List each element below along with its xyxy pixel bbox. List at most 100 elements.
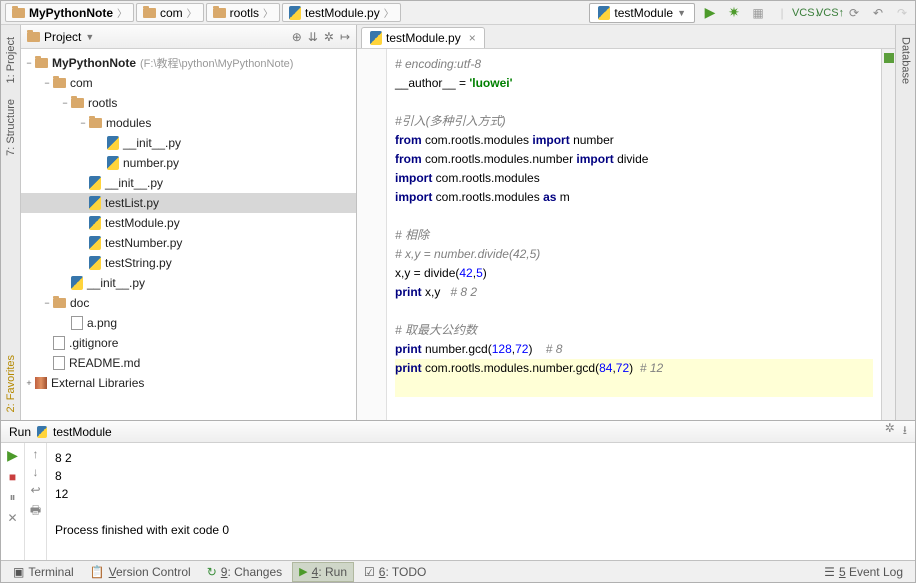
project-tool-tab[interactable]: 1: Project bbox=[3, 29, 19, 91]
stop-button[interactable]: ■ bbox=[9, 470, 16, 484]
vcs-icon: 📋 bbox=[90, 565, 105, 579]
event-log-tab[interactable]: ☰ 5 Event Log bbox=[818, 563, 909, 581]
tree-item[interactable]: testString.py bbox=[21, 253, 356, 273]
code-line[interactable]: print x,y # 8 2 bbox=[395, 283, 873, 302]
redo-button[interactable]: ↷ bbox=[893, 4, 911, 22]
tree-item[interactable]: .gitignore bbox=[21, 333, 356, 353]
tree-item[interactable]: testModule.py bbox=[21, 213, 356, 233]
code-line[interactable]: # encoding:utf-8 bbox=[395, 55, 873, 74]
debug-button[interactable]: ✷ bbox=[725, 4, 743, 22]
output-line: 8 bbox=[55, 467, 907, 485]
breadcrumb-item[interactable]: MyPythonNote〉 bbox=[5, 3, 134, 22]
todo-label: 6: TODO bbox=[379, 565, 427, 579]
code-area[interactable]: # encoding:utf-8__author__ = 'luowei' #引… bbox=[387, 49, 881, 420]
breadcrumb-item[interactable]: rootls〉 bbox=[206, 3, 280, 22]
changes-tab[interactable]: ↻ 9: Changes bbox=[201, 562, 288, 582]
code-line[interactable] bbox=[395, 378, 873, 397]
structure-tool-tab[interactable]: 7: Structure bbox=[3, 91, 19, 164]
code-line[interactable] bbox=[395, 302, 873, 321]
breadcrumb-label: com bbox=[160, 6, 183, 20]
tree-toggle[interactable]: − bbox=[59, 98, 71, 108]
collapse-all-icon[interactable]: ⇊ bbox=[308, 30, 318, 44]
vcs-update-button[interactable]: VCS↓ bbox=[797, 4, 815, 22]
up-icon[interactable]: ↑ bbox=[33, 447, 39, 461]
code-line[interactable]: print com.rootls.modules.number.gcd(84,7… bbox=[395, 359, 873, 378]
code-line[interactable] bbox=[395, 93, 873, 112]
tree-item[interactable]: __init__.py bbox=[21, 273, 356, 293]
database-tool-tab[interactable]: Database bbox=[898, 29, 914, 92]
sync-button[interactable]: ⟳ bbox=[845, 4, 863, 22]
print-icon[interactable]: 🖶 bbox=[30, 501, 41, 522]
wrap-icon[interactable]: ↩ bbox=[30, 483, 40, 497]
code-line[interactable]: # 取最大公约数 bbox=[395, 321, 873, 340]
todo-tab[interactable]: ☑ 6: TODO bbox=[358, 562, 432, 582]
editor-tab[interactable]: testModule.py × bbox=[361, 27, 485, 48]
py-icon bbox=[89, 236, 101, 250]
tree-toggle[interactable]: − bbox=[41, 298, 53, 308]
favorites-tool-tab[interactable]: 2: Favorites bbox=[3, 347, 19, 420]
py-icon bbox=[107, 156, 119, 170]
folder-icon bbox=[71, 98, 84, 108]
down-icon[interactable]: ↓ bbox=[33, 465, 39, 479]
code-line[interactable] bbox=[395, 207, 873, 226]
code-line[interactable]: print number.gcd(128,72) # 8 bbox=[395, 340, 873, 359]
chevron-down-icon[interactable]: ▼ bbox=[85, 32, 94, 42]
version-control-tab[interactable]: 📋 Version Control bbox=[84, 562, 197, 582]
close-button[interactable]: ✕ bbox=[7, 511, 17, 525]
tree-item-label: com bbox=[70, 76, 93, 90]
undo-button[interactable]: ↶ bbox=[869, 4, 887, 22]
code-line[interactable]: #引入(多种引入方式) bbox=[395, 112, 873, 131]
divider: | bbox=[773, 4, 791, 22]
tree-item[interactable]: __init__.py bbox=[21, 133, 356, 153]
tree-item[interactable]: − com bbox=[21, 73, 356, 93]
rerun-button[interactable]: ▶ bbox=[7, 447, 18, 464]
scroll-to-source-icon[interactable]: ⊕ bbox=[292, 30, 302, 44]
vcs-commit-button[interactable]: VCS↑ bbox=[821, 4, 839, 22]
tree-item[interactable]: testNumber.py bbox=[21, 233, 356, 253]
hide-icon[interactable]: ⭳ bbox=[903, 421, 907, 442]
run-tab[interactable]: ▶ 4: Run bbox=[292, 562, 354, 582]
tree-toggle[interactable]: + bbox=[23, 378, 35, 388]
tree-item[interactable]: − modules bbox=[21, 113, 356, 133]
external-libraries[interactable]: + External Libraries bbox=[21, 373, 356, 393]
tree-item[interactable]: testList.py bbox=[21, 193, 356, 213]
settings-icon[interactable]: ✲ bbox=[885, 421, 895, 442]
run-configuration-selector[interactable]: testModule ▼ bbox=[589, 3, 695, 23]
code-line[interactable]: x,y = divide(42,5) bbox=[395, 264, 873, 283]
code-line[interactable]: import com.rootls.modules as m bbox=[395, 188, 873, 207]
tree-toggle[interactable]: − bbox=[77, 118, 89, 128]
code-line[interactable]: # 相除 bbox=[395, 226, 873, 245]
tree-item[interactable]: number.py bbox=[21, 153, 356, 173]
coverage-button[interactable]: ▦ bbox=[749, 4, 767, 22]
tree-root[interactable]: − MyPythonNote (F:\教程\python\MyPythonNot… bbox=[21, 53, 356, 73]
run-button[interactable]: ▶ bbox=[701, 4, 719, 22]
code-line[interactable]: import com.rootls.modules bbox=[395, 169, 873, 188]
tree-toggle[interactable]: − bbox=[23, 58, 35, 68]
tree-item[interactable]: −rootls bbox=[21, 93, 356, 113]
run-output[interactable]: 8 2812 Process finished with exit code 0 bbox=[47, 443, 915, 560]
tree-item[interactable]: −doc bbox=[21, 293, 356, 313]
tree-item[interactable]: README.md bbox=[21, 353, 356, 373]
breadcrumb-item[interactable]: com〉 bbox=[136, 3, 204, 22]
code-line[interactable]: from com.rootls.modules import number bbox=[395, 131, 873, 150]
tree-item-label: README.md bbox=[69, 356, 140, 370]
code-line[interactable]: # x,y = number.divide(42,5) bbox=[395, 245, 873, 264]
editor-body[interactable]: # encoding:utf-8__author__ = 'luowei' #引… bbox=[357, 49, 895, 420]
python-icon bbox=[598, 6, 610, 20]
breadcrumb-item[interactable]: testModule.py〉 bbox=[282, 3, 401, 22]
code-line[interactable]: from com.rootls.modules.number import di… bbox=[395, 150, 873, 169]
pause-button[interactable]: ⏸ bbox=[9, 490, 15, 505]
hide-icon[interactable]: ↦ bbox=[340, 30, 350, 44]
breadcrumb-toolbar: MyPythonNote〉com〉rootls〉testModule.py〉 t… bbox=[1, 1, 915, 25]
tree-toggle[interactable]: − bbox=[41, 78, 53, 88]
project-tree[interactable]: − MyPythonNote (F:\教程\python\MyPythonNot… bbox=[21, 49, 356, 420]
tree-item-label: testList.py bbox=[105, 196, 159, 210]
code-line[interactable]: __author__ = 'luowei' bbox=[395, 74, 873, 93]
terminal-tab[interactable]: ▣ Terminal bbox=[7, 562, 80, 582]
close-tab-button[interactable]: × bbox=[469, 31, 476, 45]
tree-item[interactable]: __init__.py bbox=[21, 173, 356, 193]
tree-item-label: modules bbox=[106, 116, 151, 130]
settings-icon[interactable]: ✲ bbox=[324, 30, 334, 44]
tree-item-label: testString.py bbox=[105, 256, 172, 270]
tree-item[interactable]: a.png bbox=[21, 313, 356, 333]
